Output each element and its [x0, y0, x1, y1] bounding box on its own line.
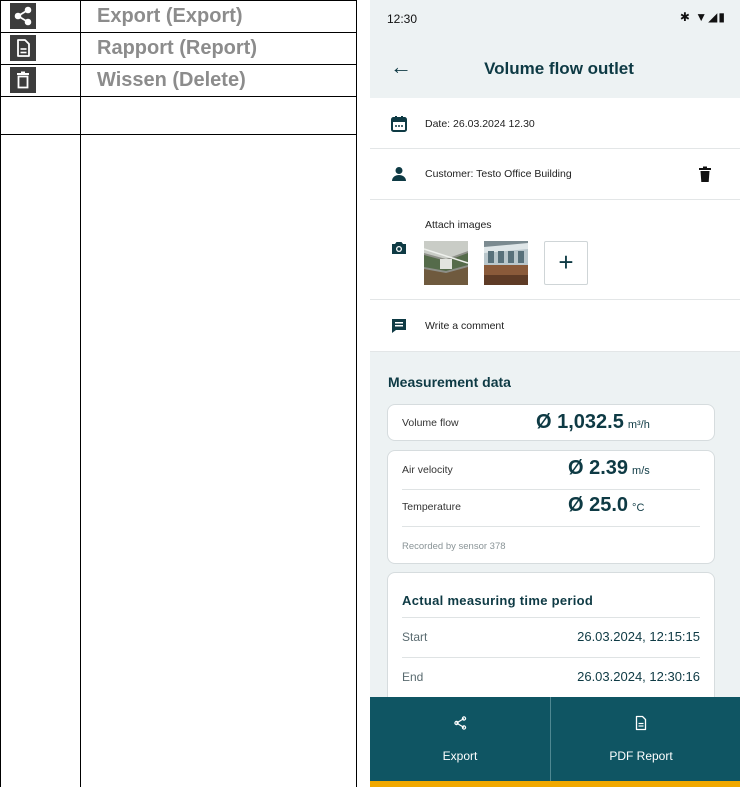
attach-images-label: Attach images — [425, 219, 492, 231]
table-row-divider — [0, 134, 357, 135]
temperature-unit: °C — [632, 502, 645, 514]
trash-icon[interactable] — [696, 165, 714, 183]
temperature-number: Ø 25.0 — [568, 494, 629, 516]
volume-flow-number: Ø 1,032.5 — [536, 411, 624, 433]
export-button-label: Export — [442, 749, 478, 763]
page-title: Volume flow outlet — [484, 59, 634, 78]
status-bar: 12:30 ✱ ▼◢▮ — [370, 0, 740, 40]
calendar-icon — [390, 115, 408, 133]
attached-image-thumbnail[interactable] — [424, 241, 468, 285]
icon-legend-table: Export (Export) Rapport (Report) Wissen … — [0, 0, 357, 787]
app-bar: ← Volume flow outlet — [370, 40, 740, 98]
attached-image-thumbnail[interactable] — [484, 241, 528, 285]
volume-flow-unit: m³/h — [627, 419, 650, 431]
card-divider — [402, 657, 700, 658]
temperature-value: Ø 25.0 °C — [568, 494, 644, 517]
table-border-left — [0, 0, 1, 787]
share-icon — [370, 715, 550, 736]
sensor-note: Recorded by sensor 378 — [402, 541, 506, 552]
volume-flow-label: Volume flow — [402, 417, 459, 429]
phone-screen: 12:30 ✱ ▼◢▮ ← Volume flow outlet Date: 2… — [370, 0, 740, 787]
air-velocity-number: Ø 2.39 — [568, 457, 629, 479]
accent-strip — [370, 781, 740, 787]
legend-row-delete: Wissen (Delete) — [0, 65, 357, 97]
attach-images-row: Attach images + — [370, 200, 740, 300]
period-title: Actual measuring time period — [402, 593, 594, 608]
pdf-report-button[interactable]: PDF Report — [551, 697, 731, 781]
export-button[interactable]: Export — [370, 697, 550, 781]
legend-label: Rapport (Report) — [97, 37, 257, 59]
document-icon — [10, 35, 36, 61]
temperature-label: Temperature — [402, 501, 461, 513]
person-icon — [390, 165, 408, 183]
trash-icon — [10, 67, 36, 93]
bottom-action-bar: Export PDF Report — [370, 697, 740, 781]
measuring-period-card: Actual measuring time period Start 26.03… — [387, 572, 715, 712]
air-temperature-card: Air velocity Ø 2.39 m/s Temperature Ø 25.… — [387, 450, 715, 564]
add-image-button[interactable]: + — [544, 241, 588, 285]
comment-text: Write a comment — [425, 320, 505, 332]
air-velocity-label: Air velocity — [402, 464, 453, 476]
card-divider — [402, 526, 700, 527]
status-icons: ✱ ▼◢▮ — [679, 10, 726, 24]
volume-flow-value: Ø 1,032.5 m³/h — [536, 411, 650, 434]
pdf-report-button-label: PDF Report — [609, 749, 673, 763]
legend-label: Wissen (Delete) — [97, 69, 246, 91]
end-label: End — [402, 670, 424, 684]
air-velocity-value: Ø 2.39 m/s — [568, 457, 650, 480]
volume-flow-card: Volume flow Ø 1,032.5 m³/h — [387, 404, 715, 441]
status-time: 12:30 — [387, 12, 418, 26]
legend-label: Export (Export) — [97, 5, 243, 27]
table-border-right — [356, 0, 357, 787]
card-divider — [402, 617, 700, 618]
start-value: 26.03.2024, 12:15:15 — [577, 629, 700, 644]
date-row[interactable]: Date: 26.03.2024 12.30 — [370, 98, 740, 149]
measurement-heading: Measurement data — [388, 374, 511, 390]
camera-icon — [390, 239, 408, 257]
customer-text: Customer: Testo Office Building — [425, 168, 572, 180]
document-icon — [551, 715, 731, 736]
air-velocity-unit: m/s — [632, 465, 650, 477]
comment-icon — [390, 317, 408, 335]
table-column-divider — [80, 0, 81, 787]
end-value: 26.03.2024, 12:30:16 — [577, 669, 700, 684]
legend-row-export: Export (Export) — [0, 1, 357, 33]
share-icon — [10, 3, 36, 29]
card-divider — [402, 489, 700, 490]
comment-row[interactable]: Write a comment — [370, 300, 740, 352]
date-text: Date: 26.03.2024 12.30 — [425, 118, 535, 130]
customer-row[interactable]: Customer: Testo Office Building — [370, 149, 740, 200]
start-label: Start — [402, 630, 428, 644]
measurement-data-section: Measurement data Volume flow Ø 1,032.5 m³… — [370, 352, 740, 712]
legend-row-report: Rapport (Report) — [0, 33, 357, 65]
